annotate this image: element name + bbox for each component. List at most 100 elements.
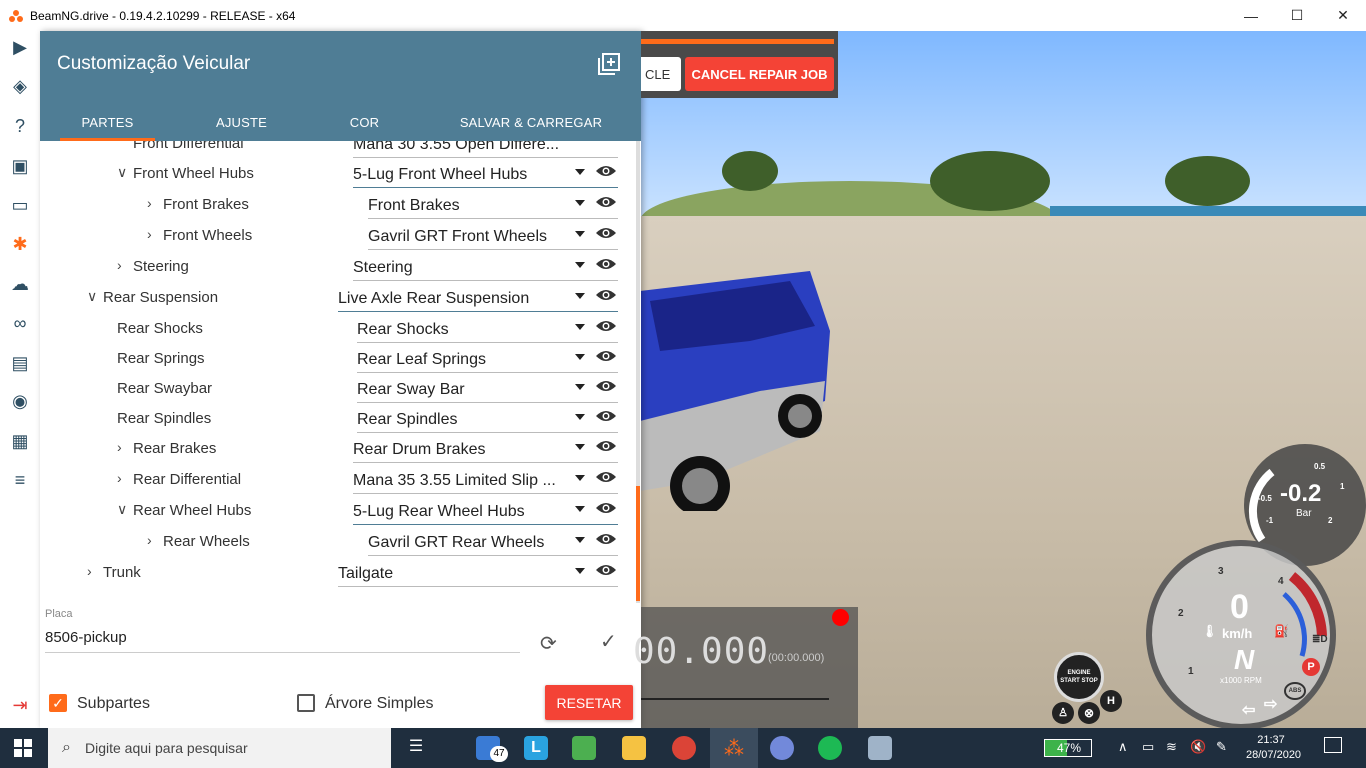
monitor-app-icon[interactable] <box>868 736 892 760</box>
tab-salvar-carregar[interactable]: SALVAR & CARREGAR <box>421 103 641 141</box>
film-icon[interactable]: ▤ <box>8 351 32 375</box>
simple-tree-checkbox[interactable] <box>297 694 315 712</box>
engine-start-stop-button[interactable]: ENGINE START STOP <box>1054 652 1104 702</box>
part-select[interactable]: Live Axle Rear Suspension <box>338 288 618 312</box>
add-window-icon[interactable] <box>598 53 620 75</box>
part-select[interactable]: 5-Lug Rear Wheel Hubs <box>353 501 618 525</box>
dropdown-arrow-icon[interactable] <box>575 384 585 390</box>
reset-button[interactable]: RESETAR <box>545 685 633 720</box>
part-select[interactable]: Gavril GRT Rear Wheels <box>368 532 618 556</box>
chevron-right-icon[interactable]: › <box>87 563 92 579</box>
task-view-icon[interactable]: ☰ <box>404 736 428 760</box>
chrome-icon[interactable] <box>672 736 696 760</box>
dropdown-arrow-icon[interactable] <box>575 324 585 330</box>
part-select[interactable]: Steering <box>353 257 618 281</box>
part-row[interactable]: Rear Spindles Rear Spindles <box>40 404 641 434</box>
part-row[interactable]: ∨ Front Wheel Hubs 5-Lug Front Wheel Hub… <box>40 159 641 189</box>
sliders-icon[interactable]: ≡ <box>8 468 32 492</box>
part-row[interactable]: › Rear Brakes Rear Drum Brakes <box>40 434 641 464</box>
tab-partes[interactable]: PARTES <box>40 103 175 141</box>
dropdown-arrow-icon[interactable] <box>575 444 585 450</box>
eye-icon[interactable] <box>595 256 617 272</box>
battery-icon[interactable]: ▭ <box>1142 739 1154 755</box>
dropdown-arrow-icon[interactable] <box>575 293 585 299</box>
eye-icon[interactable] <box>595 500 617 516</box>
chevron-right-icon[interactable]: › <box>117 257 122 273</box>
part-select[interactable]: Front Brakes <box>368 195 618 219</box>
part-row[interactable]: › Trunk Tailgate <box>40 558 641 588</box>
dropdown-arrow-icon[interactable] <box>575 231 585 237</box>
eye-icon[interactable] <box>595 531 617 547</box>
help-icon[interactable]: ? <box>8 114 32 138</box>
scrollbar-thumb[interactable] <box>636 486 640 601</box>
part-row[interactable]: Front Differential Mana 30 3.55 Open Dif… <box>40 141 641 159</box>
l-app-icon[interactable]: L <box>524 736 548 760</box>
exit-icon[interactable]: ⇥ <box>8 693 32 717</box>
part-select[interactable]: Mana 35 3.55 Limited Slip ... <box>353 470 618 494</box>
eye-icon[interactable] <box>595 287 617 303</box>
refresh-icon[interactable]: ⟳ <box>540 631 557 656</box>
eye-icon[interactable] <box>595 438 617 454</box>
dropdown-arrow-icon[interactable] <box>575 354 585 360</box>
part-row[interactable]: Rear Springs Rear Leaf Springs <box>40 344 641 374</box>
part-row[interactable]: › Steering Steering <box>40 252 641 282</box>
seatbelt-icon[interactable]: ♙ <box>1052 702 1074 724</box>
eye-icon[interactable] <box>595 225 617 241</box>
cancel-repair-job-button[interactable]: CANCEL REPAIR JOB <box>685 57 834 91</box>
eye-icon[interactable] <box>595 318 617 334</box>
part-row[interactable]: › Front Wheels Gavril GRT Front Wheels <box>40 221 641 251</box>
part-select[interactable]: Mana 30 3.55 Open Differe... <box>353 141 618 158</box>
layout-icon[interactable]: ▦ <box>8 429 32 453</box>
volume-icon[interactable]: 🔇 <box>1190 739 1206 755</box>
camera-icon[interactable]: ◉ <box>8 389 32 413</box>
eye-icon[interactable] <box>595 194 617 210</box>
play-icon[interactable]: ▶ <box>8 35 32 59</box>
taskbar-clock[interactable]: 21:37 28/07/2020 <box>1246 733 1301 763</box>
dropdown-arrow-icon[interactable] <box>575 537 585 543</box>
chevron-right-icon[interactable]: › <box>147 195 152 211</box>
notification-icon[interactable] <box>1324 737 1342 753</box>
eye-icon[interactable] <box>595 348 617 364</box>
pen-icon[interactable]: ✎ <box>1216 739 1227 755</box>
chevron-right-icon[interactable]: › <box>117 439 122 455</box>
part-select[interactable]: Tailgate <box>338 563 618 587</box>
maximize-button[interactable]: ☐ <box>1274 0 1320 31</box>
close-button[interactable]: ✕ <box>1320 0 1366 31</box>
vehicle-button[interactable]: CLE <box>641 57 681 91</box>
part-row[interactable]: Rear Shocks Rear Shocks <box>40 314 641 344</box>
part-row[interactable]: ∨ Rear Suspension Live Axle Rear Suspens… <box>40 283 641 313</box>
part-row[interactable]: Rear Swaybar Rear Sway Bar <box>40 374 641 404</box>
car-icon[interactable]: ▭ <box>8 193 32 217</box>
chevron-down-icon[interactable]: ∨ <box>87 288 97 305</box>
part-row[interactable]: ∨ Rear Wheel Hubs 5-Lug Rear Wheel Hubs <box>40 496 641 526</box>
infinity-icon[interactable]: ∞ <box>8 311 32 335</box>
chevron-right-icon[interactable]: › <box>147 532 152 548</box>
discord-icon[interactable] <box>770 736 794 760</box>
dropdown-arrow-icon[interactable] <box>575 475 585 481</box>
cloud-icon[interactable]: ☁ <box>8 272 32 296</box>
eye-icon[interactable] <box>595 562 617 578</box>
eye-icon[interactable] <box>595 408 617 424</box>
dropdown-arrow-icon[interactable] <box>575 200 585 206</box>
part-row[interactable]: › Rear Wheels Gavril GRT Rear Wheels <box>40 527 641 557</box>
subparts-checkbox[interactable]: ✓ <box>49 694 67 712</box>
case-icon[interactable]: ▣ <box>8 154 32 178</box>
dropdown-arrow-icon[interactable] <box>575 568 585 574</box>
eye-icon[interactable] <box>595 163 617 179</box>
part-select[interactable]: Rear Drum Brakes <box>353 439 618 463</box>
tab-cor[interactable]: COR <box>308 103 421 141</box>
chevron-down-icon[interactable]: ∨ <box>117 501 127 518</box>
gear-icon[interactable]: ✱ <box>8 232 32 256</box>
eye-icon[interactable] <box>595 378 617 394</box>
layers-icon[interactable]: ◈ <box>8 74 32 98</box>
part-select[interactable]: Rear Leaf Springs <box>357 349 618 373</box>
part-row[interactable]: › Front Brakes Front Brakes <box>40 190 641 220</box>
part-select[interactable]: Rear Sway Bar <box>357 379 618 403</box>
record-indicator[interactable] <box>832 609 849 626</box>
hazard-h-icon[interactable]: H <box>1100 690 1122 712</box>
part-row[interactable]: › Rear Differential Mana 35 3.55 Limited… <box>40 465 641 495</box>
chevron-right-icon[interactable]: › <box>147 226 152 242</box>
eye-icon[interactable] <box>595 469 617 485</box>
chevron-down-icon[interactable]: ∨ <box>117 164 127 181</box>
dropdown-arrow-icon[interactable] <box>575 414 585 420</box>
